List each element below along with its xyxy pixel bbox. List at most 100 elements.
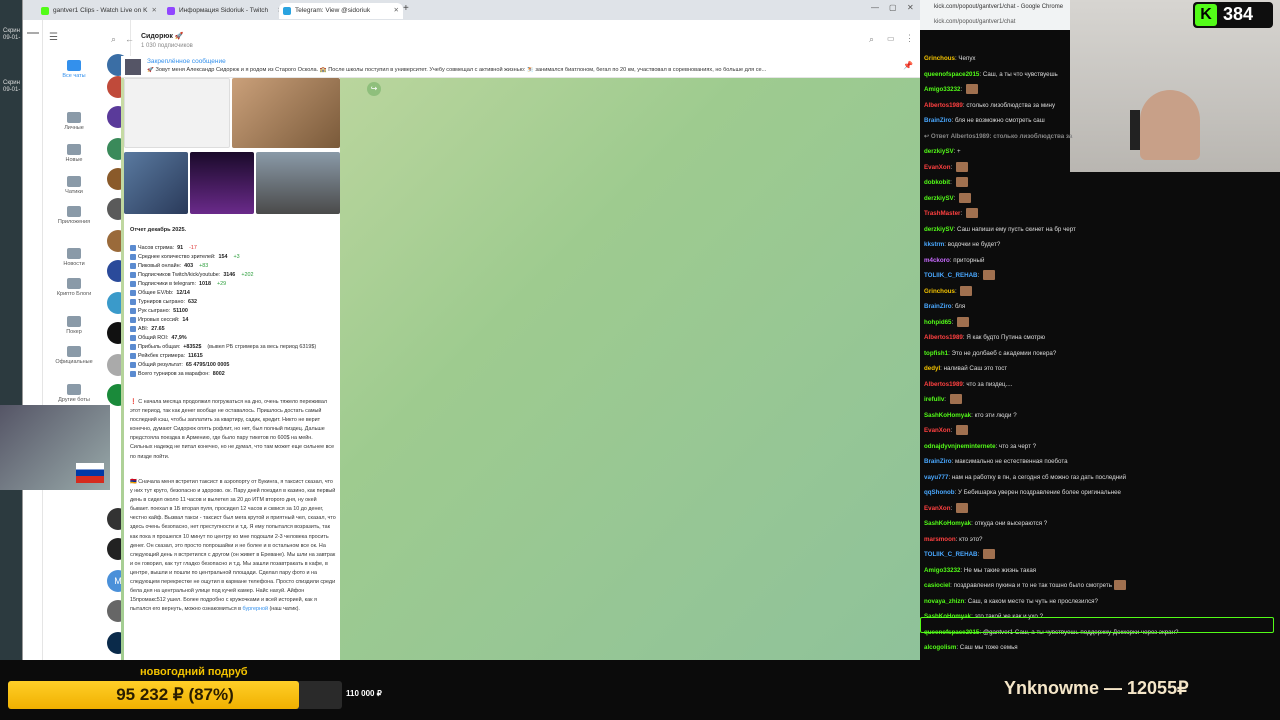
search-icon[interactable]: ⌕: [111, 34, 116, 45]
minimize-button[interactable]: —: [871, 3, 879, 12]
chat-message[interactable]: EvanXon:: [924, 502, 968, 516]
new-tab-button[interactable]: +: [403, 3, 409, 14]
chat-message[interactable]: Grinchous:: [924, 285, 973, 299]
chat-username[interactable]: derzkiySV: [924, 226, 954, 233]
chat-username[interactable]: vayu777: [924, 474, 948, 481]
chat-message[interactable]: SashKoHomyak: кто эти люди ?: [924, 409, 1017, 423]
chat-message[interactable]: dedyl: наливай Саш это тост: [924, 362, 1007, 376]
folder-official[interactable]: Официальные: [45, 346, 103, 365]
chat-username[interactable]: queenofspace2015: [924, 71, 979, 78]
chat-message[interactable]: Amigo33232: Не мы такие жизнь такая: [924, 564, 1036, 578]
chat-username[interactable]: topfish1: [924, 350, 948, 357]
chat-message[interactable]: queenofspace2015: Саш, а ты что чувствуе…: [924, 68, 1058, 82]
chat-username[interactable]: derzkiySV: [924, 148, 954, 155]
folder-other-bots[interactable]: Другие боты: [45, 384, 103, 403]
pin-icon[interactable]: 📌: [903, 61, 913, 70]
chat-username[interactable]: EvanXon: [924, 427, 950, 434]
chat-message[interactable]: TOLIIK_C_REHAB:: [924, 269, 995, 283]
chat-username[interactable]: SashKoHomyak: [924, 520, 971, 527]
chat-username[interactable]: BrainZiro: [924, 458, 952, 465]
chat-message[interactable]: derzkiySV: Саш напиши ему пусть скинет н…: [924, 223, 1076, 237]
chat-username[interactable]: Albertos1989: [924, 381, 963, 388]
folder-new[interactable]: Новые: [45, 144, 103, 163]
chat-message[interactable]: ↩ Ответ Albertos1989: столько лизоблюдст…: [924, 130, 1072, 144]
back-arrow-icon[interactable]: ←: [125, 34, 134, 44]
chat-username[interactable]: BrainZiro: [924, 117, 952, 124]
forward-icon[interactable]: ↪: [367, 82, 381, 96]
chat-username[interactable]: casiociel: [924, 582, 950, 589]
chat-message[interactable]: hohpid65:: [924, 316, 969, 330]
chat-message[interactable]: EvanXon:: [924, 424, 968, 438]
search-icon[interactable]: ⌕: [869, 34, 874, 45]
chat-username[interactable]: Grinchous: [924, 288, 955, 295]
chat-message[interactable]: marsmoon: кто это?: [924, 533, 982, 547]
portrait-photo[interactable]: [124, 152, 188, 214]
chat-username[interactable]: EvanXon: [924, 164, 950, 171]
tab-kick-clips[interactable]: gantver1 Clips - Watch Live on K ✕: [37, 3, 161, 19]
chat-message[interactable]: EvanXon:: [924, 161, 968, 175]
chat-message[interactable]: Amigo33232:: [924, 83, 978, 97]
channel-name[interactable]: Сидорюк 🚀: [141, 32, 184, 40]
folder-crypto[interactable]: Крипто Блоги: [45, 278, 103, 297]
chat-message[interactable]: TrashMaster:: [924, 207, 978, 221]
folder-poker[interactable]: Покер: [45, 316, 103, 335]
folder-all-chats[interactable]: Все чаты: [45, 60, 103, 79]
chat-username[interactable]: BrainZiro: [924, 303, 952, 310]
chat-message[interactable]: derzkiySV:: [924, 192, 972, 206]
chat-message[interactable]: SashKoHomyak: откуда они высераются ?: [924, 517, 1047, 531]
folder-personal[interactable]: Личные: [45, 112, 103, 131]
close-icon[interactable]: ✕: [394, 3, 399, 19]
chat-link[interactable]: бургерной: [243, 606, 268, 612]
chat-username[interactable]: qqShonob: [924, 489, 955, 496]
chat-message[interactable]: topfish1: Это не долбаеб с академии поке…: [924, 347, 1056, 361]
night-tower-photo[interactable]: [190, 152, 254, 214]
folder-apps[interactable]: Приложения: [45, 206, 103, 225]
chat-message[interactable]: BrainZiro: бля: [924, 300, 965, 314]
more-icon[interactable]: ⋮: [905, 33, 914, 44]
selfie-photo[interactable]: [232, 78, 340, 148]
chat-message[interactable]: Albertos1989: что за пиздец....: [924, 378, 1012, 392]
chat-username[interactable]: novaya_zhizn: [924, 598, 964, 605]
chat-message[interactable]: m4ckoro: приторный: [924, 254, 984, 268]
chat-username[interactable]: Grinchous: [924, 55, 955, 62]
folder-news[interactable]: Новости: [45, 248, 103, 267]
chat-message[interactable]: Albertos1989: столько лизоблюдства за ми…: [924, 99, 1055, 113]
folder-chats[interactable]: Чатики: [45, 176, 103, 195]
chat-message[interactable]: odnajdyvnjneminternete: что за черт ?: [924, 440, 1036, 454]
chat-username[interactable]: kkstrm: [924, 241, 944, 248]
chat-message[interactable]: novaya_zhizn: Саш, в каком месте ты чуть…: [924, 595, 1098, 609]
back-icon[interactable]: [27, 32, 39, 34]
chat-username[interactable]: Albertos1989: [924, 102, 963, 109]
chat-message[interactable]: BrainZiro: бля не возможно смотреть саш: [924, 114, 1045, 128]
city-photo[interactable]: [256, 152, 340, 214]
chat-message[interactable]: vayu777: нам на работку в пн, а сегодня …: [924, 471, 1126, 485]
chat-message[interactable]: Grinchous: Чепух: [924, 52, 976, 66]
close-icon[interactable]: ✕: [152, 3, 157, 19]
menu-icon[interactable]: ☰: [49, 32, 58, 43]
chat-message[interactable]: casiociel: поздравления пукина и то не т…: [924, 579, 1126, 593]
chat-message[interactable]: kkstrm: водочки не будет?: [924, 238, 1000, 252]
chat-message[interactable]: dobkobit:: [924, 176, 968, 190]
pinned-message-bar[interactable]: Закреплённое сообщение 🚀 Зовут меня Алек…: [121, 56, 921, 78]
chat-username[interactable]: TOLIIK_C_REHAB: [924, 551, 978, 558]
chat-username[interactable]: alcogolism: [924, 644, 956, 651]
chat-username[interactable]: EvanXon: [924, 505, 950, 512]
chat-username[interactable]: odnajdyvnjneminternete: [924, 443, 996, 450]
sidebar-toggle-icon[interactable]: ▭: [887, 34, 895, 43]
chat-username[interactable]: derzkiySV: [924, 195, 954, 202]
chat-message[interactable]: BrainZiro: максимально не естественная п…: [924, 455, 1068, 469]
chat-username[interactable]: m4ckoro: [924, 257, 950, 264]
chat-username[interactable]: SashKoHomyak: [924, 412, 971, 419]
chat-username[interactable]: Amigo33232: [924, 567, 960, 574]
chat-username[interactable]: TOLIIK_C_REHAB: [924, 272, 978, 279]
chat-message[interactable]: alcogolism: Саш мы тоже семья: [924, 641, 1018, 655]
chat-username[interactable]: Albertos1989: [924, 334, 963, 341]
tab-twitch-info[interactable]: Информация Sidoriuk - Twitch ✕: [163, 3, 287, 19]
chat-username[interactable]: dedyl: [924, 365, 940, 372]
chat-username[interactable]: Amigo33232: [924, 86, 960, 93]
url-bar[interactable]: kick.com/popout/gantver1/chat: [934, 19, 1015, 25]
chat-username[interactable]: ↩ Ответ Albertos1989: столько лизоблюдст…: [924, 133, 1072, 140]
chat-message[interactable]: irefullv:: [924, 393, 962, 407]
chart-photo[interactable]: [124, 78, 230, 148]
chat-username[interactable]: hohpid65: [924, 319, 952, 326]
